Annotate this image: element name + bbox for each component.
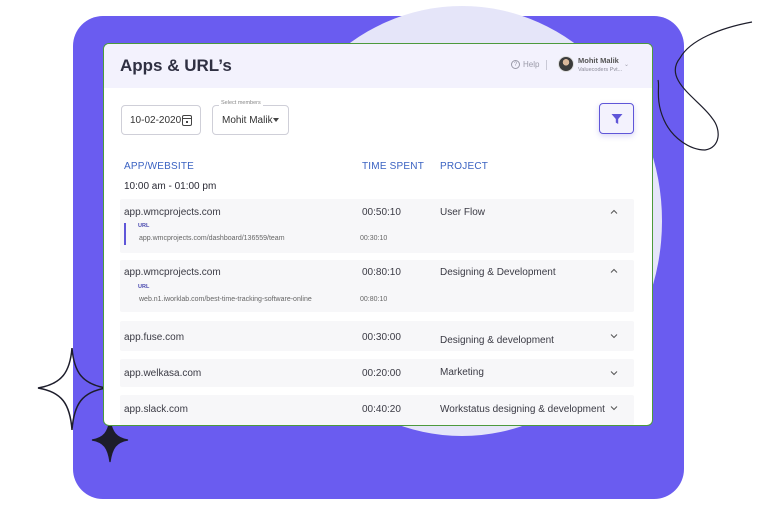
row-url[interactable]: app.wmcprojects.com/dashboard/136559/tea…	[139, 235, 285, 242]
row-project: Workstatus designing & development	[440, 404, 605, 415]
row-url[interactable]: web.n1.iworklab.com/best-time-tracking-s…	[139, 296, 312, 303]
row-project: User Flow	[440, 207, 486, 218]
app-window: Apps & URL’s ? Help Mohit Malik Valuecod…	[103, 43, 653, 426]
row-project: Marketing	[440, 367, 484, 378]
column-header-app[interactable]: APP/WEBSITE	[124, 161, 194, 172]
help-circle-icon: ?	[511, 60, 520, 69]
filter-icon	[611, 114, 623, 124]
page-header: Apps & URL’s ? Help Mohit Malik Valuecod…	[104, 44, 652, 88]
table-row[interactable]: app.slack.com 00:40:20 Workstatus design…	[120, 395, 634, 425]
row-time: 00:80:10	[362, 267, 401, 278]
row-time: 00:50:10	[362, 207, 401, 218]
row-app: app.wmcprojects.com	[124, 267, 221, 278]
calendar-icon[interactable]	[182, 115, 192, 126]
sparkle-icon-large	[37, 347, 107, 431]
url-label: URL	[138, 284, 150, 290]
chevron-down-icon[interactable]	[610, 332, 618, 340]
user-name[interactable]: Mohit Malik	[578, 56, 619, 65]
column-header-time[interactable]: TIME SPENT	[362, 161, 424, 172]
chevron-down-icon[interactable]: ⌄	[624, 61, 629, 68]
row-url-time: 00:80:10	[360, 296, 388, 303]
date-picker[interactable]: 10-02-2020	[121, 105, 201, 135]
row-app: app.wmcprojects.com	[124, 207, 221, 218]
table-row[interactable]: app.fuse.com 00:30:00 Designing & develo…	[120, 321, 634, 351]
help-label: Help	[523, 60, 540, 69]
column-header-project[interactable]: PROJECT	[440, 161, 488, 172]
table-row[interactable]: app.welkasa.com 00:20:00 Marketing	[120, 359, 634, 387]
table-row[interactable]: app.wmcprojects.com 00:80:10 Designing &…	[120, 260, 634, 312]
row-time: 00:30:00	[362, 332, 401, 343]
filter-button[interactable]	[599, 103, 634, 134]
help-link[interactable]: ? Help	[511, 60, 539, 69]
date-value: 10-02-2020	[130, 114, 182, 126]
member-value: Mohit Malik	[222, 114, 273, 126]
chevron-down-icon[interactable]	[610, 369, 618, 377]
url-indicator	[124, 223, 126, 245]
caret-down-icon[interactable]	[273, 118, 279, 122]
user-org: Valuecoders Pvt...	[578, 67, 623, 73]
row-time: 00:40:20	[362, 404, 401, 415]
row-app: app.welkasa.com	[124, 368, 202, 379]
row-app: app.fuse.com	[124, 332, 185, 343]
sparkle-icon-small	[91, 419, 129, 463]
avatar[interactable]	[558, 56, 574, 72]
row-url-time: 00:30:10	[360, 235, 388, 242]
chevron-up-icon[interactable]	[610, 267, 618, 275]
chevron-up-icon[interactable]	[610, 208, 618, 216]
row-project: Designing & Development	[440, 267, 556, 278]
doodle-curve-right	[657, 21, 753, 151]
time-range-label: 10:00 am - 01:00 pm	[124, 181, 217, 192]
row-project: Designing & development	[440, 335, 554, 346]
row-app: app.slack.com	[124, 404, 188, 415]
table-row[interactable]: app.wmcprojects.com 00:50:10 User Flow U…	[120, 199, 634, 253]
header-divider	[546, 60, 547, 70]
member-select-label: Select members	[219, 100, 263, 106]
url-label: URL	[138, 223, 150, 229]
chevron-down-icon[interactable]	[610, 404, 618, 412]
page-title: Apps & URL’s	[120, 56, 232, 75]
row-time: 00:20:00	[362, 368, 401, 379]
